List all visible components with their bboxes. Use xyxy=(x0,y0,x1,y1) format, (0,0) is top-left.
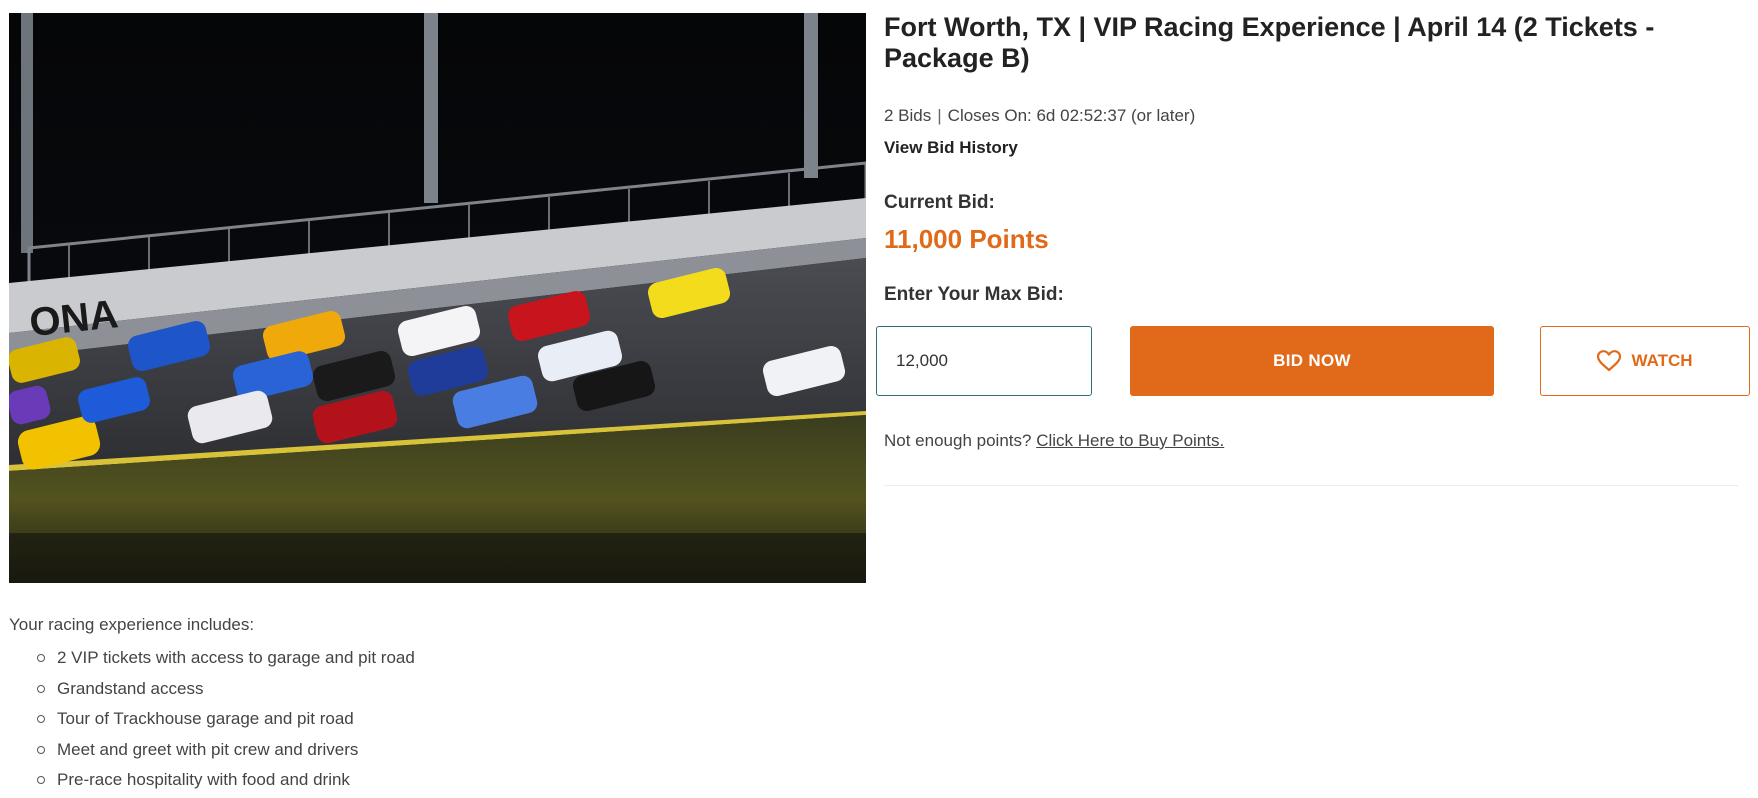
list-item: Grandstand access xyxy=(9,674,415,705)
buy-points-line: Not enough points? Click Here to Buy Poi… xyxy=(884,431,1224,451)
svg-text:ONA: ONA xyxy=(27,292,120,345)
list-item: Meet and greet with pit crew and drivers xyxy=(9,735,415,766)
list-item: 2 VIP tickets with access to garage and … xyxy=(9,643,415,674)
bid-now-button[interactable]: BID NOW xyxy=(1130,326,1494,396)
bullet-icon xyxy=(37,715,45,723)
bid-meta: 2 Bids | Closes On: 6d 02:52:37 (or later) xyxy=(884,106,1195,126)
bullet-icon xyxy=(37,776,45,784)
heart-icon xyxy=(1597,350,1622,372)
list-item-text: Tour of Trackhouse garage and pit road xyxy=(57,709,354,728)
max-bid-label: Enter Your Max Bid: xyxy=(884,284,1064,305)
bid-count: 2 Bids xyxy=(884,106,932,125)
race-photo: ONA xyxy=(9,13,866,583)
list-item: Tour of Trackhouse garage and pit road xyxy=(9,704,415,735)
list-item-text: Pre-race hospitality with food and drink xyxy=(57,770,350,789)
max-bid-input[interactable] xyxy=(876,326,1092,396)
list-item-text: 2 VIP tickets with access to garage and … xyxy=(57,648,415,667)
watch-button[interactable]: WATCH xyxy=(1540,326,1750,396)
bullet-icon xyxy=(37,745,45,754)
race-cars-photo-icon: ONA xyxy=(9,13,866,583)
current-bid-label: Current Bid: xyxy=(884,192,995,213)
auction-page: ONA Fort Worth, TX | VIP Racing Experien… xyxy=(0,0,1758,798)
description-intro: Your racing experience includes: xyxy=(9,615,255,634)
bullet-icon xyxy=(37,654,45,662)
listing-title: Fort Worth, TX | VIP Racing Experience |… xyxy=(884,12,1655,73)
buy-points-link[interactable]: Click Here to Buy Points. xyxy=(1036,431,1224,450)
list-item-text: Grandstand access xyxy=(57,678,204,698)
divider xyxy=(884,485,1738,486)
list-item: Pre-race hospitality with food and drink xyxy=(9,765,415,796)
not-enough-text: Not enough points? xyxy=(884,431,1032,450)
view-bid-history-link[interactable]: View Bid History xyxy=(884,138,1018,158)
closing-time: Closes On: 6d 02:52:37 (or later) xyxy=(947,106,1196,125)
current-bid-value: 11,000 Points xyxy=(884,224,1049,254)
list-item-text: Meet and greet with pit crew and drivers xyxy=(57,739,359,759)
watch-label: WATCH xyxy=(1631,351,1693,370)
bullet-icon xyxy=(37,684,45,693)
meta-separator: | xyxy=(937,106,942,125)
feature-list: 2 VIP tickets with access to garage and … xyxy=(9,643,415,796)
